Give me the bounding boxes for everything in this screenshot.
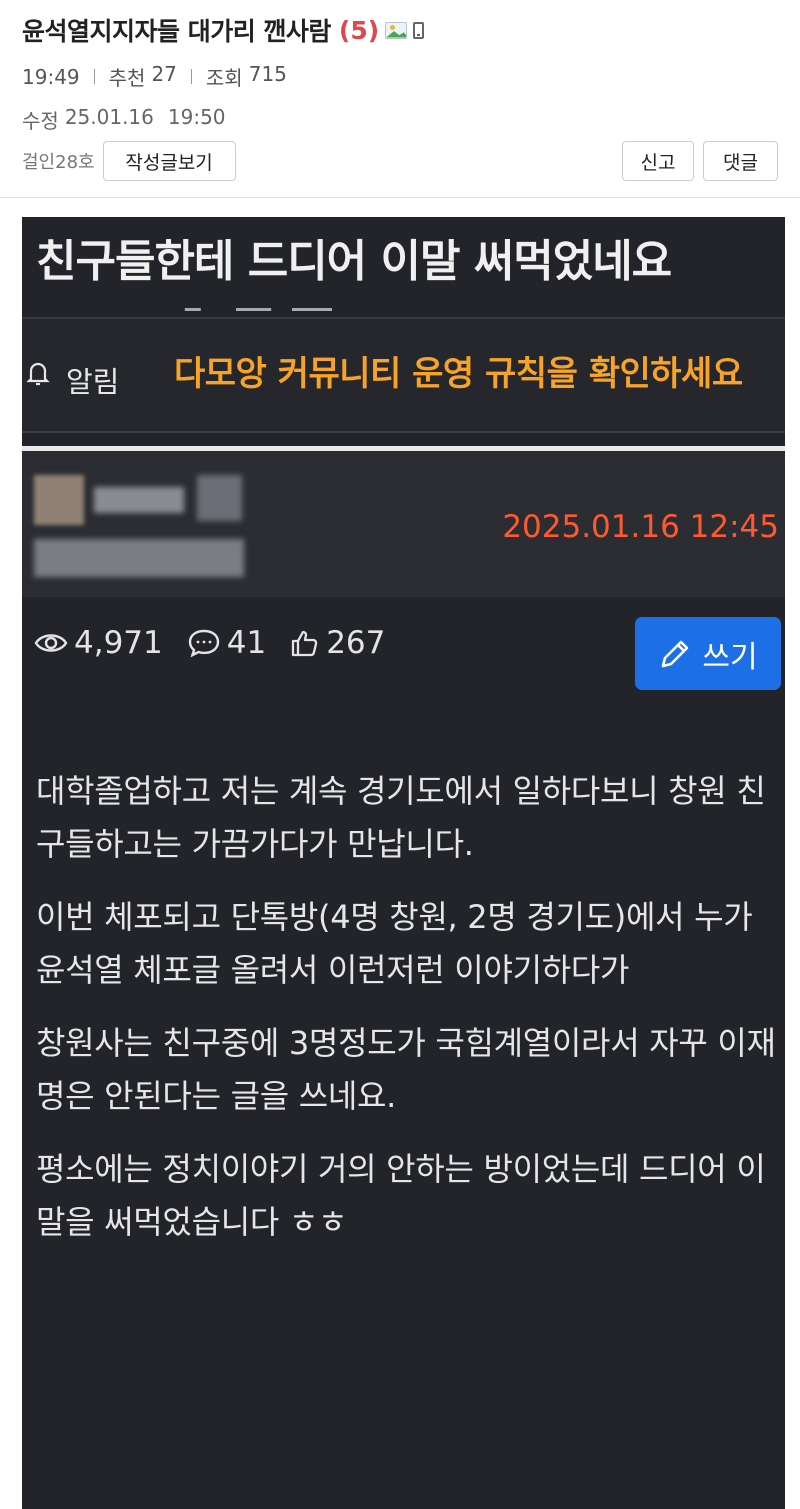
- thumbs-up-icon: [292, 630, 318, 657]
- stats-row: 4,971 41 267: [34, 625, 385, 661]
- screenshot-date: 2025.01.16 12:45: [502, 509, 779, 545]
- likes-count: 267: [326, 625, 386, 661]
- post-header: 윤석열지지자들 대가리 깬사람 (5) 19:49 추천 27 조회 715 수…: [0, 0, 800, 198]
- edit-time: 19:50: [167, 105, 226, 129]
- bell-icon: [26, 362, 50, 386]
- author-name[interactable]: 걸인28호: [22, 148, 95, 174]
- notice-label: 알림: [66, 365, 120, 399]
- report-button[interactable]: 신고: [622, 141, 694, 181]
- write-button-label: 쓰기: [702, 639, 758, 675]
- post-time: 19:49: [22, 64, 80, 89]
- embedded-screenshot: 친구들한테 드디어 이말 써먹었네요 알림 다모앙 커뮤니티 운영 규칙을 확인…: [22, 217, 785, 1509]
- post-meta: 19:49 추천 27 조회 715: [22, 62, 287, 91]
- post-title[interactable]: 윤석열지지자들 대가리 깬사람: [22, 12, 331, 48]
- pencil-icon: [662, 640, 689, 667]
- meta-divider: [190, 69, 192, 84]
- meta-divider: [93, 69, 95, 84]
- view-posts-button[interactable]: 작성글보기: [102, 141, 236, 181]
- cut-off-text: [172, 303, 352, 317]
- views-stat: 4,971: [34, 625, 163, 661]
- comment-bubble-icon: [188, 629, 219, 658]
- comment-button[interactable]: 댓글: [703, 141, 778, 181]
- edit-label: 수정: [22, 109, 59, 133]
- comment-count[interactable]: (5): [339, 16, 379, 45]
- write-button[interactable]: 쓰기: [635, 617, 781, 690]
- blurred-avatar: [34, 475, 84, 525]
- divider: [22, 431, 785, 433]
- action-buttons: 신고 댓글: [622, 141, 778, 181]
- comments-count: 41: [226, 625, 267, 661]
- blurred-badge: [197, 475, 242, 521]
- blurred-user-info: [34, 539, 244, 577]
- body-paragraph: 대학졸업하고 저는 계속 경기도에서 일하다보니 창원 친구들하고는 가끔가다가…: [36, 772, 766, 863]
- author-row: 걸인28호 작성글보기 신고 댓글: [22, 141, 778, 181]
- views-value: 715: [248, 62, 287, 86]
- post-body: 대학졸업하고 저는 계속 경기도에서 일하다보니 창원 친구들하고는 가끔가다가…: [36, 765, 782, 1269]
- recommend-value: 27: [151, 62, 177, 86]
- eye-icon: [34, 634, 68, 652]
- blurred-username: [94, 487, 184, 513]
- views-count: 4,971: [74, 625, 163, 661]
- notice-text: 다모앙 커뮤니티 운영 규칙을 확인하세요: [174, 354, 743, 394]
- likes-stat: 267: [290, 625, 385, 661]
- notice-bar: 알림 다모앙 커뮤니티 운영 규칙을 확인하세요: [22, 319, 785, 431]
- mobile-icon: [413, 21, 425, 39]
- comments-stat: 41: [187, 625, 266, 661]
- body-paragraph: 평소에는 정치이야기 거의 안하는 방이었는데 드디어 이말을 써먹었습니다 ㅎ…: [36, 1150, 766, 1241]
- screenshot-author-box: 2025.01.16 12:45: [22, 451, 785, 597]
- view-count: 조회 715: [206, 62, 287, 91]
- edit-date: 25.01.16: [64, 105, 154, 129]
- body-paragraph: 창원사는 친구중에 3명정도가 국힘계열이라서 자꾸 이재명은 안된다는 글을 …: [36, 1024, 776, 1115]
- views-label: 조회: [205, 66, 243, 90]
- image-attachment-icon: [385, 21, 408, 39]
- recommend-label: 추천: [108, 66, 146, 90]
- body-paragraph: 이번 체포되고 단톡방(4명 창원, 2명 경기도)에서 누가 윤석열 체포글 …: [36, 898, 753, 989]
- screenshot-title: 친구들한테 드디어 이말 써먹었네요: [36, 236, 672, 287]
- title-row: 윤석열지지자들 대가리 깬사람 (5): [22, 12, 425, 48]
- recommend-count: 추천 27: [109, 62, 177, 91]
- edit-info: 수정 25.01.16 19:50: [22, 105, 226, 134]
